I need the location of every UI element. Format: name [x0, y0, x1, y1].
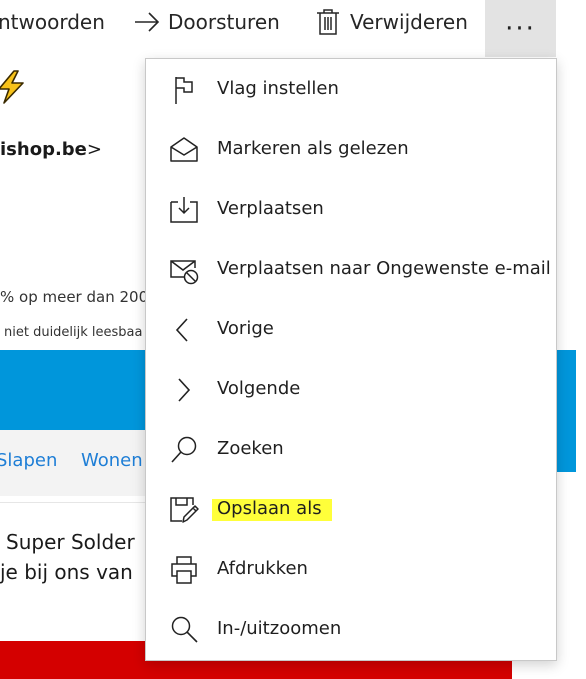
- menu-item-next[interactable]: Volgende: [146, 359, 556, 419]
- menu-item-label: Vorige: [217, 318, 274, 339]
- menu-item-label: In-/uitzoomen: [217, 618, 342, 639]
- sender-domain: ishop.be: [0, 139, 87, 160]
- delete-label: Verwijderen: [350, 10, 468, 34]
- menu-item-label: Markeren als gelezen: [217, 138, 409, 159]
- menu-item-label: Vlag instellen: [217, 78, 339, 99]
- forward-button[interactable]: Doorsturen: [134, 0, 280, 44]
- menu-item-move-junk[interactable]: Verplaatsen naar Ongewenste e-mail: [146, 239, 556, 299]
- trash-icon: [316, 8, 340, 36]
- save-as-icon: [168, 494, 200, 526]
- lightning-bolt-icon: [0, 70, 26, 104]
- mail-reading-pane: ntwoorden Doorsturen Verwijderen ··· ish…: [0, 0, 586, 679]
- reply-all-label: ntwoorden: [0, 10, 105, 34]
- menu-item-mark-read[interactable]: Markeren als gelezen: [146, 119, 556, 179]
- promo-text-2: je bij ons van: [0, 560, 133, 584]
- menu-item-label: Verplaatsen: [217, 198, 324, 219]
- menu-item-move[interactable]: Verplaatsen: [146, 179, 556, 239]
- menu-item-label: Opslaan als: [217, 498, 322, 519]
- open-envelope-icon: [168, 134, 200, 166]
- menu-item-flag[interactable]: Vlag instellen: [146, 59, 556, 119]
- menu-item-zoom[interactable]: In-/uitzoomen: [146, 599, 556, 659]
- menu-item-save-as[interactable]: Opslaan als: [146, 479, 556, 539]
- menu-item-label: Verplaatsen naar Ongewenste e-mail: [217, 258, 551, 279]
- printer-icon: [168, 554, 200, 586]
- sender-bracket: >: [86, 139, 102, 160]
- flag-icon: [168, 74, 200, 106]
- nav-link-slapen[interactable]: Slapen: [0, 450, 57, 471]
- zoom-icon: [168, 614, 200, 646]
- menu-item-label: Volgende: [217, 378, 301, 399]
- menu-item-search[interactable]: Zoeken: [146, 419, 556, 479]
- reply-all-button[interactable]: ntwoorden: [0, 0, 105, 44]
- delete-button[interactable]: Verwijderen: [316, 0, 468, 44]
- chevron-right-icon: [168, 374, 200, 406]
- nav-link-wonen[interactable]: Wonen: [81, 450, 143, 471]
- promo-line: % op meer dan 200: [0, 288, 149, 306]
- menu-item-label: Zoeken: [217, 438, 284, 459]
- email-nav: Slapen Wonen: [0, 430, 160, 496]
- arrow-right-icon: [134, 12, 160, 32]
- chevron-left-icon: [168, 314, 200, 346]
- forward-label: Doorsturen: [168, 10, 280, 34]
- menu-item-print[interactable]: Afdrukken: [146, 539, 556, 599]
- more-dots-icon: ···: [505, 13, 536, 44]
- sender-address: ishop.be>: [0, 139, 102, 160]
- search-icon: [168, 434, 200, 466]
- menu-item-label: Afdrukken: [217, 558, 308, 579]
- not-readable-notice[interactable]: niet duidelijk leesbaa: [4, 325, 143, 340]
- more-actions-menu: Vlag instellen Markeren als gelezen Verp…: [145, 58, 557, 661]
- move-to-folder-icon: [168, 194, 200, 226]
- promo-text-1: Super Solder: [6, 530, 135, 554]
- menu-item-previous[interactable]: Vorige: [146, 299, 556, 359]
- junk-mail-icon: [168, 254, 200, 286]
- message-toolbar: ntwoorden Doorsturen Verwijderen ···: [0, 0, 586, 57]
